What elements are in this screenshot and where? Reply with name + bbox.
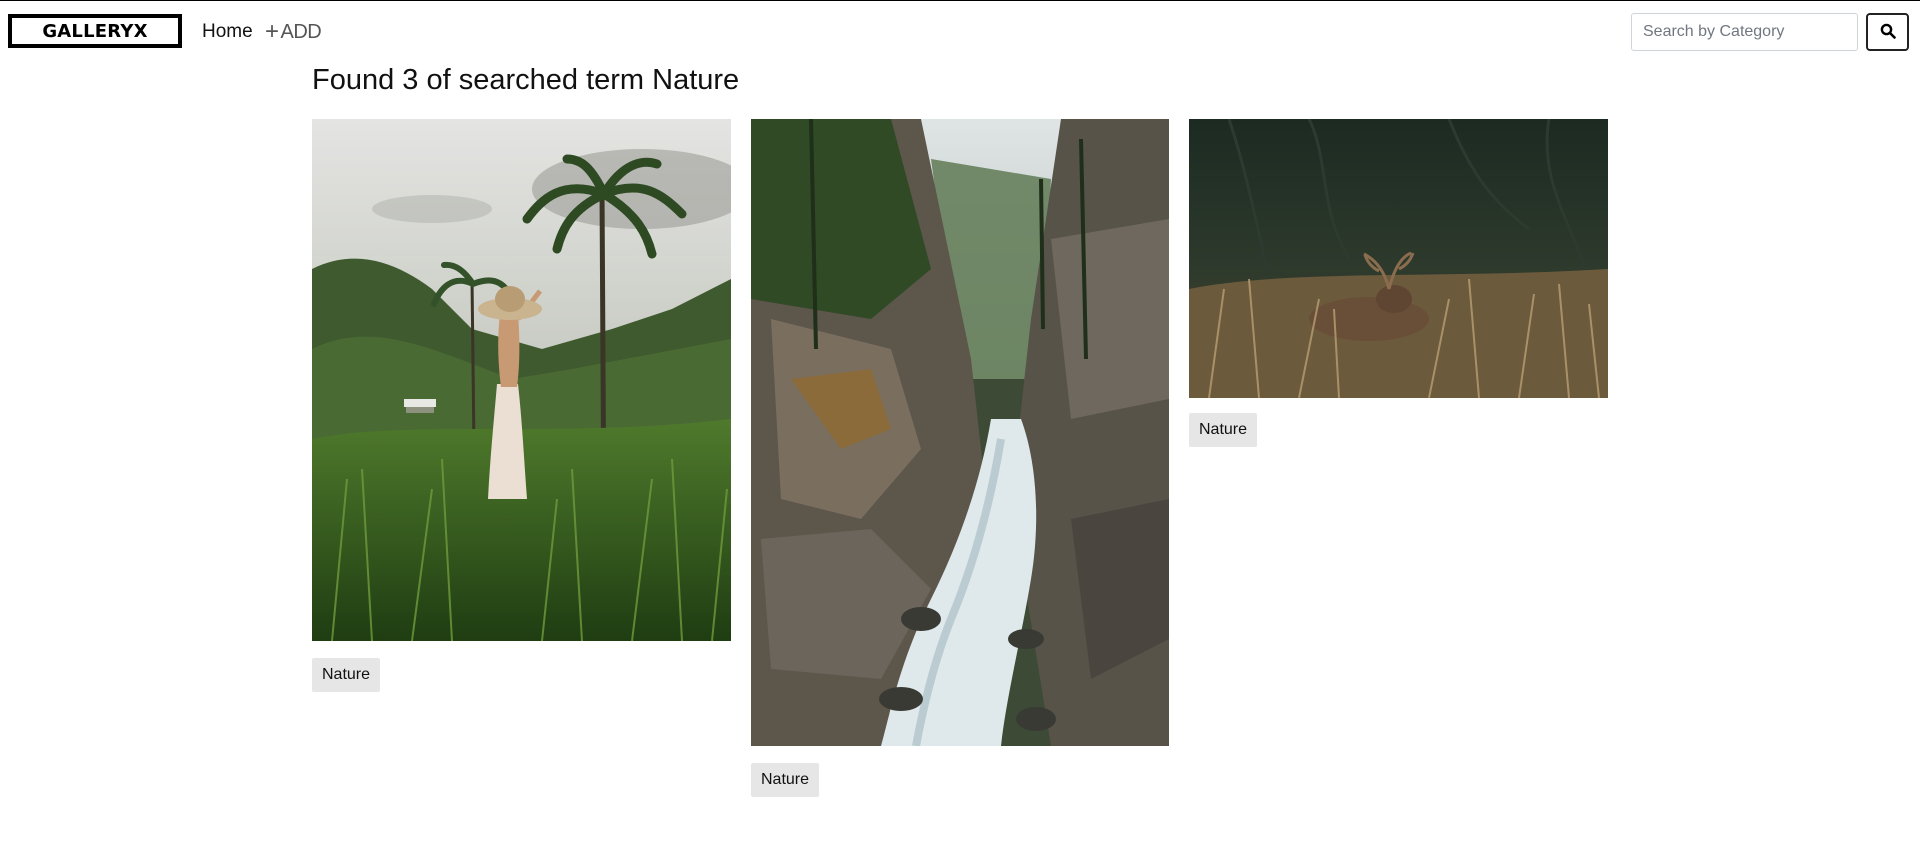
- category-tag[interactable]: Nature: [312, 658, 381, 692]
- category-tag[interactable]: Nature: [1189, 413, 1258, 447]
- nav-home-link[interactable]: Home: [202, 21, 253, 43]
- brand-logo[interactable]: GALLERYX: [8, 14, 182, 48]
- gallery-image[interactable]: [312, 119, 731, 641]
- category-tag[interactable]: Nature: [751, 763, 820, 797]
- gallery-card: Nature: [312, 119, 731, 692]
- nav-add-label: ADD: [280, 21, 322, 43]
- gallery-card: Nature: [1189, 119, 1608, 447]
- gallery-image[interactable]: [1189, 119, 1608, 398]
- nav-add-link[interactable]: + ADD: [265, 18, 322, 45]
- gallery-image[interactable]: [751, 119, 1169, 746]
- navbar: GALLERYX Home + ADD: [0, 1, 1920, 61]
- search-icon: [1880, 23, 1896, 42]
- plus-icon: +: [265, 18, 279, 45]
- search-input[interactable]: [1631, 13, 1858, 51]
- search-button[interactable]: [1866, 13, 1909, 51]
- results-title: Found 3 of searched term Nature: [312, 64, 740, 96]
- gallery-card: Nature: [751, 119, 1169, 797]
